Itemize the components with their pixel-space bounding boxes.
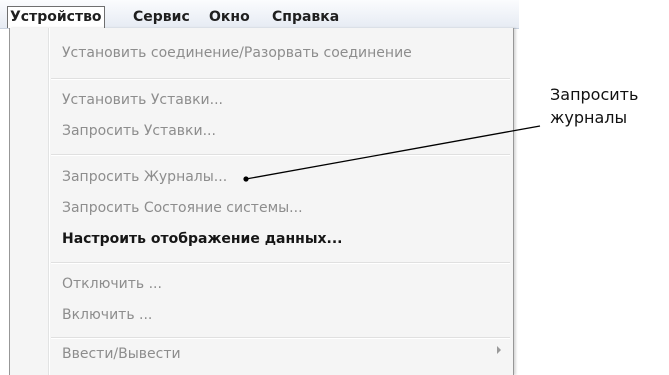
menu-separator <box>51 154 510 156</box>
menu-item-request-logs[interactable]: Запросить Журналы... <box>62 165 227 189</box>
submenu-arrow-icon <box>497 346 501 354</box>
menu-device[interactable]: Устройство <box>7 6 105 28</box>
menu-bar: Устройство Сервис Окно Справка <box>0 0 519 29</box>
menu-window[interactable]: Окно <box>209 7 250 27</box>
menu-separator <box>51 78 510 80</box>
menu-item-disable[interactable]: Отключить ... <box>62 272 162 296</box>
menu-item-request-system-state[interactable]: Запросить Состояние системы... <box>62 196 303 220</box>
menu-item-input-output[interactable]: Ввести/Вывести <box>62 342 181 366</box>
menu-separator <box>51 262 510 264</box>
menu-item-configure-data-display[interactable]: Настроить отображение данных... <box>62 227 343 251</box>
menu-gutter-divider <box>48 28 50 375</box>
menu-separator <box>51 337 510 339</box>
callout-label-line1: Запросить <box>550 85 639 104</box>
menu-item-connect-disconnect[interactable]: Установить соединение/Разорвать соединен… <box>62 41 412 65</box>
menu-service[interactable]: Сервис <box>133 7 190 27</box>
menu-help[interactable]: Справка <box>272 7 339 27</box>
menu-item-request-setpoints[interactable]: Запросить Уставки... <box>62 119 216 143</box>
menu-item-enable[interactable]: Включить ... <box>62 303 152 327</box>
callout-label-line2: журналы <box>550 108 628 127</box>
device-dropdown-menu: Установить соединение/Разорвать соединен… <box>9 28 514 375</box>
menu-item-set-setpoints[interactable]: Установить Уставки... <box>62 88 223 112</box>
